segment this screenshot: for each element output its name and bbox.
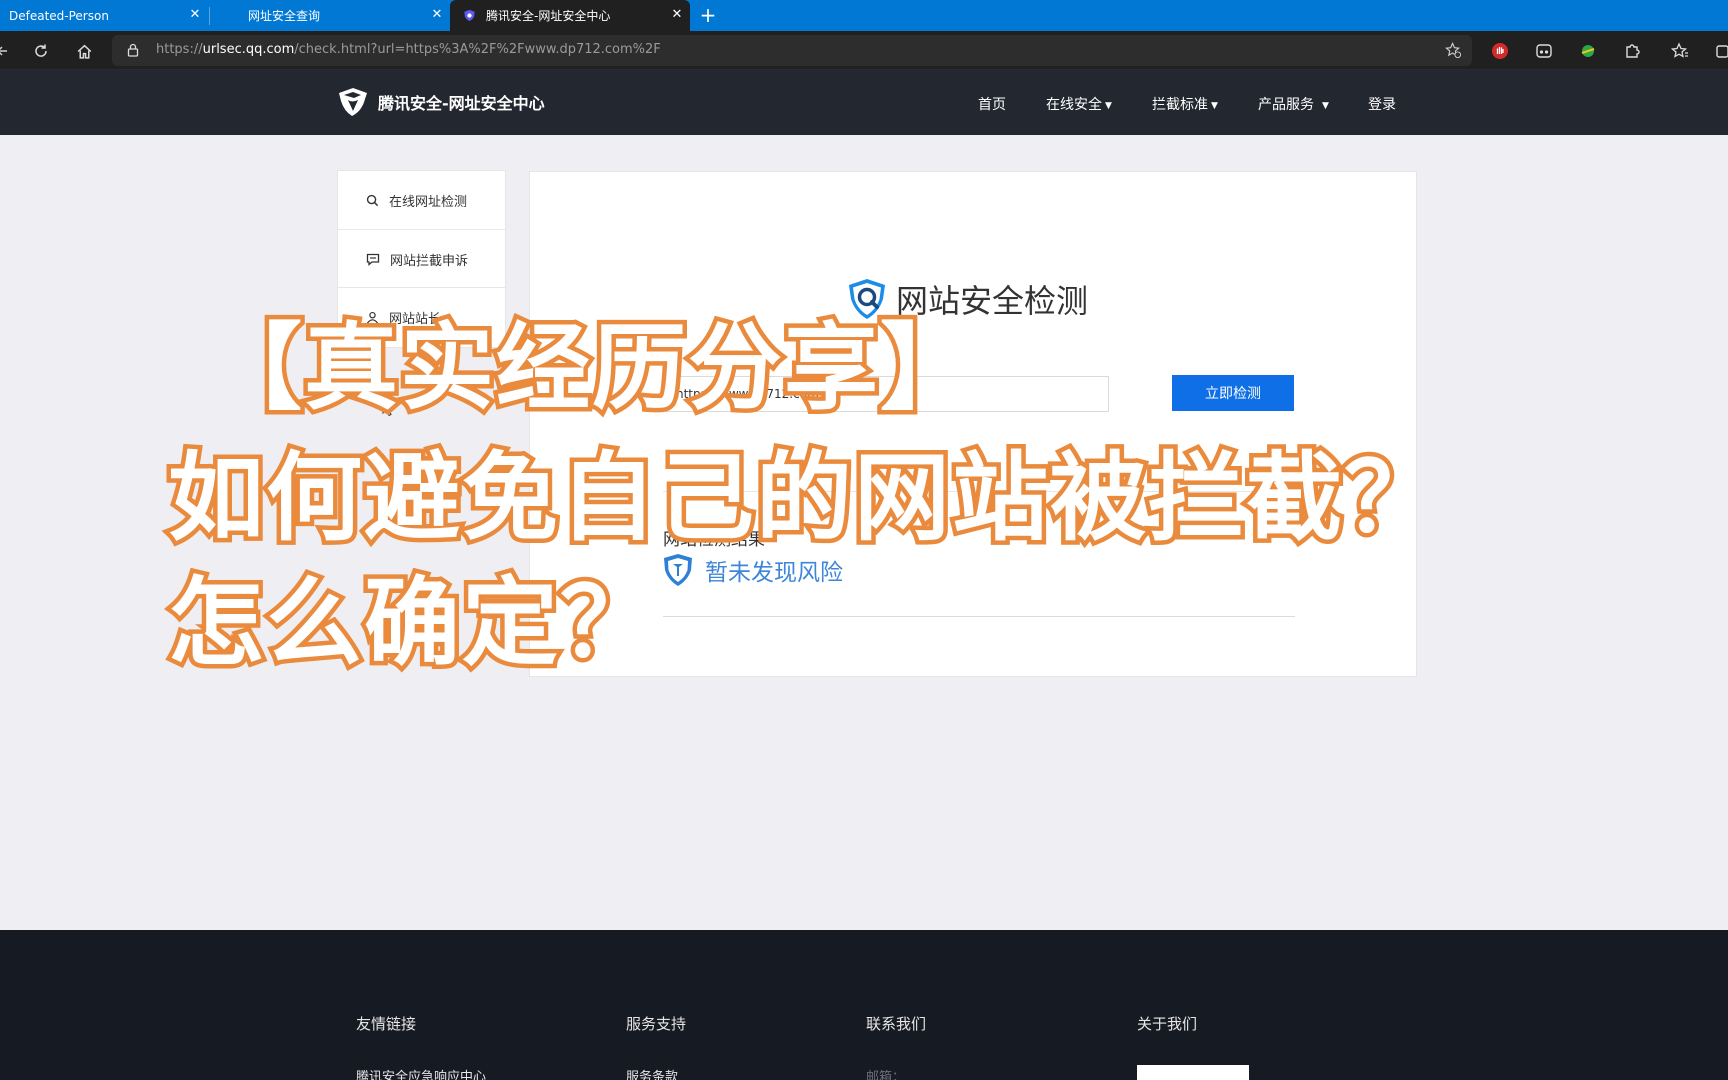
site-logo[interactable]: 腾讯安全-网址安全中心 — [336, 85, 545, 119]
footer-link-terms[interactable]: 服务条款 — [626, 1066, 678, 1080]
result-status-text: 暂未发现风险 — [705, 560, 843, 586]
site-header: 腾讯安全-网址安全中心 首页 在线安全 ▼ 拦截标准 ▼ 产品服务 ▼ 登录 — [0, 70, 1728, 135]
url-host: urlsec.qq.com — [202, 42, 295, 57]
caret-down-icon: ▼ — [1211, 101, 1218, 111]
collections-icon[interactable] — [1712, 40, 1728, 62]
check-now-button[interactable]: 立即检测 — [1172, 375, 1294, 411]
comment-icon — [366, 253, 380, 266]
footer-title-about: 关于我们 — [1137, 1015, 1198, 1033]
tab-label: Defeated-Person — [9, 8, 109, 23]
page-title-text: 网站安全检测 — [896, 282, 1089, 320]
nav-online-security[interactable]: 在线安全 ▼ — [1046, 94, 1112, 114]
home-icon[interactable] — [73, 40, 95, 62]
hand-stop-extension-icon[interactable] — [1489, 40, 1511, 62]
logo-text: 腾讯安全-网址安全中心 — [378, 94, 545, 113]
qr-code — [1137, 1065, 1249, 1080]
close-icon[interactable]: ✕ — [188, 8, 202, 22]
caret-down-icon: ▼ — [1322, 101, 1329, 111]
url-check-input[interactable] — [665, 376, 1109, 412]
footer-title-support: 服务支持 — [626, 1015, 687, 1033]
browser-tab-bar: Defeated-Person ✕ 网址安全查询 ✕ 腾讯安全-网址安全中心 ✕… — [0, 0, 1728, 31]
nav-label: 产品服务 — [1258, 97, 1314, 113]
close-icon[interactable]: ✕ — [670, 8, 684, 22]
tencent-security-logo-icon — [339, 88, 367, 116]
lock-icon[interactable] — [126, 43, 140, 57]
favorite-add-icon[interactable] — [1445, 42, 1462, 59]
sidebar-item-webmaster[interactable]: 网站站长 — [337, 288, 506, 348]
search-icon — [366, 194, 379, 206]
address-bar[interactable]: https://urlsec.qq.com/check.html?url=htt… — [112, 35, 1472, 66]
shield-search-icon — [849, 279, 885, 319]
refresh-icon[interactable] — [30, 40, 52, 62]
globe-extension-icon[interactable] — [1577, 40, 1599, 62]
mouse-cursor-icon — [382, 398, 395, 417]
url-prefix: https:// — [156, 42, 203, 57]
nav-label: 首页 — [978, 97, 1006, 113]
tab-label: 腾讯安全-网址安全中心 — [486, 9, 611, 23]
user-icon — [366, 311, 379, 323]
sidebar-item-label: 网站站长 — [389, 311, 442, 327]
caret-down-icon: ▼ — [1105, 101, 1112, 111]
nav-label: 登录 — [1368, 97, 1396, 113]
footer-title-links: 友情链接 — [356, 1015, 417, 1033]
sidebar-item-label: 网站拦截申诉 — [390, 254, 469, 269]
browser-toolbar: https://urlsec.qq.com/check.html?url=htt… — [0, 31, 1728, 70]
site-footer: 友情链接 服务支持 联系我们 关于我们 腾讯安全应急响应中心 服务条款 邮箱： — [0, 930, 1728, 1080]
nav-block-standards[interactable]: 拦截标准 ▼ — [1152, 94, 1218, 114]
divider — [663, 616, 1295, 617]
sidebar-item-appeal[interactable]: 网站拦截申诉 — [338, 230, 505, 289]
tab-url-safety-query[interactable]: 网址安全查询 ✕ — [210, 0, 450, 31]
footer-email-label: 邮箱： — [866, 1070, 906, 1080]
sidebar-item-row: 网站站长 — [338, 288, 505, 346]
back-icon[interactable] — [0, 40, 14, 62]
nav-label: 在线安全 — [1046, 97, 1102, 113]
nav-products[interactable]: 产品服务 ▼ — [1258, 94, 1329, 114]
page-title: 网站安全检测 — [846, 276, 1088, 322]
tab-defeated-person[interactable]: Defeated-Person ✕ — [0, 0, 208, 31]
sidebar-item-label: 在线网址检测 — [389, 194, 468, 210]
divider — [663, 491, 1295, 492]
new-tab-button[interactable]: + — [698, 4, 718, 26]
check-panel: 网站安全检测 立即检测 网站检测结果 暂未发现风险 — [529, 171, 1417, 677]
reader-extension-icon[interactable] — [1533, 40, 1555, 62]
tab-label: 网址安全查询 — [248, 9, 321, 23]
tencent-shield-icon — [464, 9, 475, 22]
sidebar: 在线网址检测 网站拦截申诉 — [337, 170, 506, 288]
result-row: 暂未发现风险 — [663, 553, 843, 587]
sidebar-item-url-check[interactable]: 在线网址检测 — [338, 171, 505, 230]
favorites-icon[interactable] — [1669, 40, 1691, 62]
url-path: /check.html?url=https%3A%2F%2Fwww.dp712.… — [294, 42, 661, 57]
nav-login[interactable]: 登录 — [1368, 94, 1396, 114]
nav-home[interactable]: 首页 — [978, 94, 1006, 114]
tab-tencent-security[interactable]: 腾讯安全-网址安全中心 ✕ — [450, 0, 690, 31]
extensions-puzzle-icon[interactable] — [1621, 40, 1643, 62]
close-icon[interactable]: ✕ — [430, 8, 444, 22]
result-label: 网站检测结果 — [663, 530, 765, 550]
safe-shield-icon — [664, 554, 692, 586]
footer-link-src[interactable]: 腾讯安全应急响应中心 — [356, 1066, 486, 1080]
footer-title-contact: 联系我们 — [866, 1015, 927, 1033]
url-text: https://urlsec.qq.com/check.html?url=htt… — [156, 42, 661, 57]
nav-label: 拦截标准 — [1152, 97, 1208, 113]
